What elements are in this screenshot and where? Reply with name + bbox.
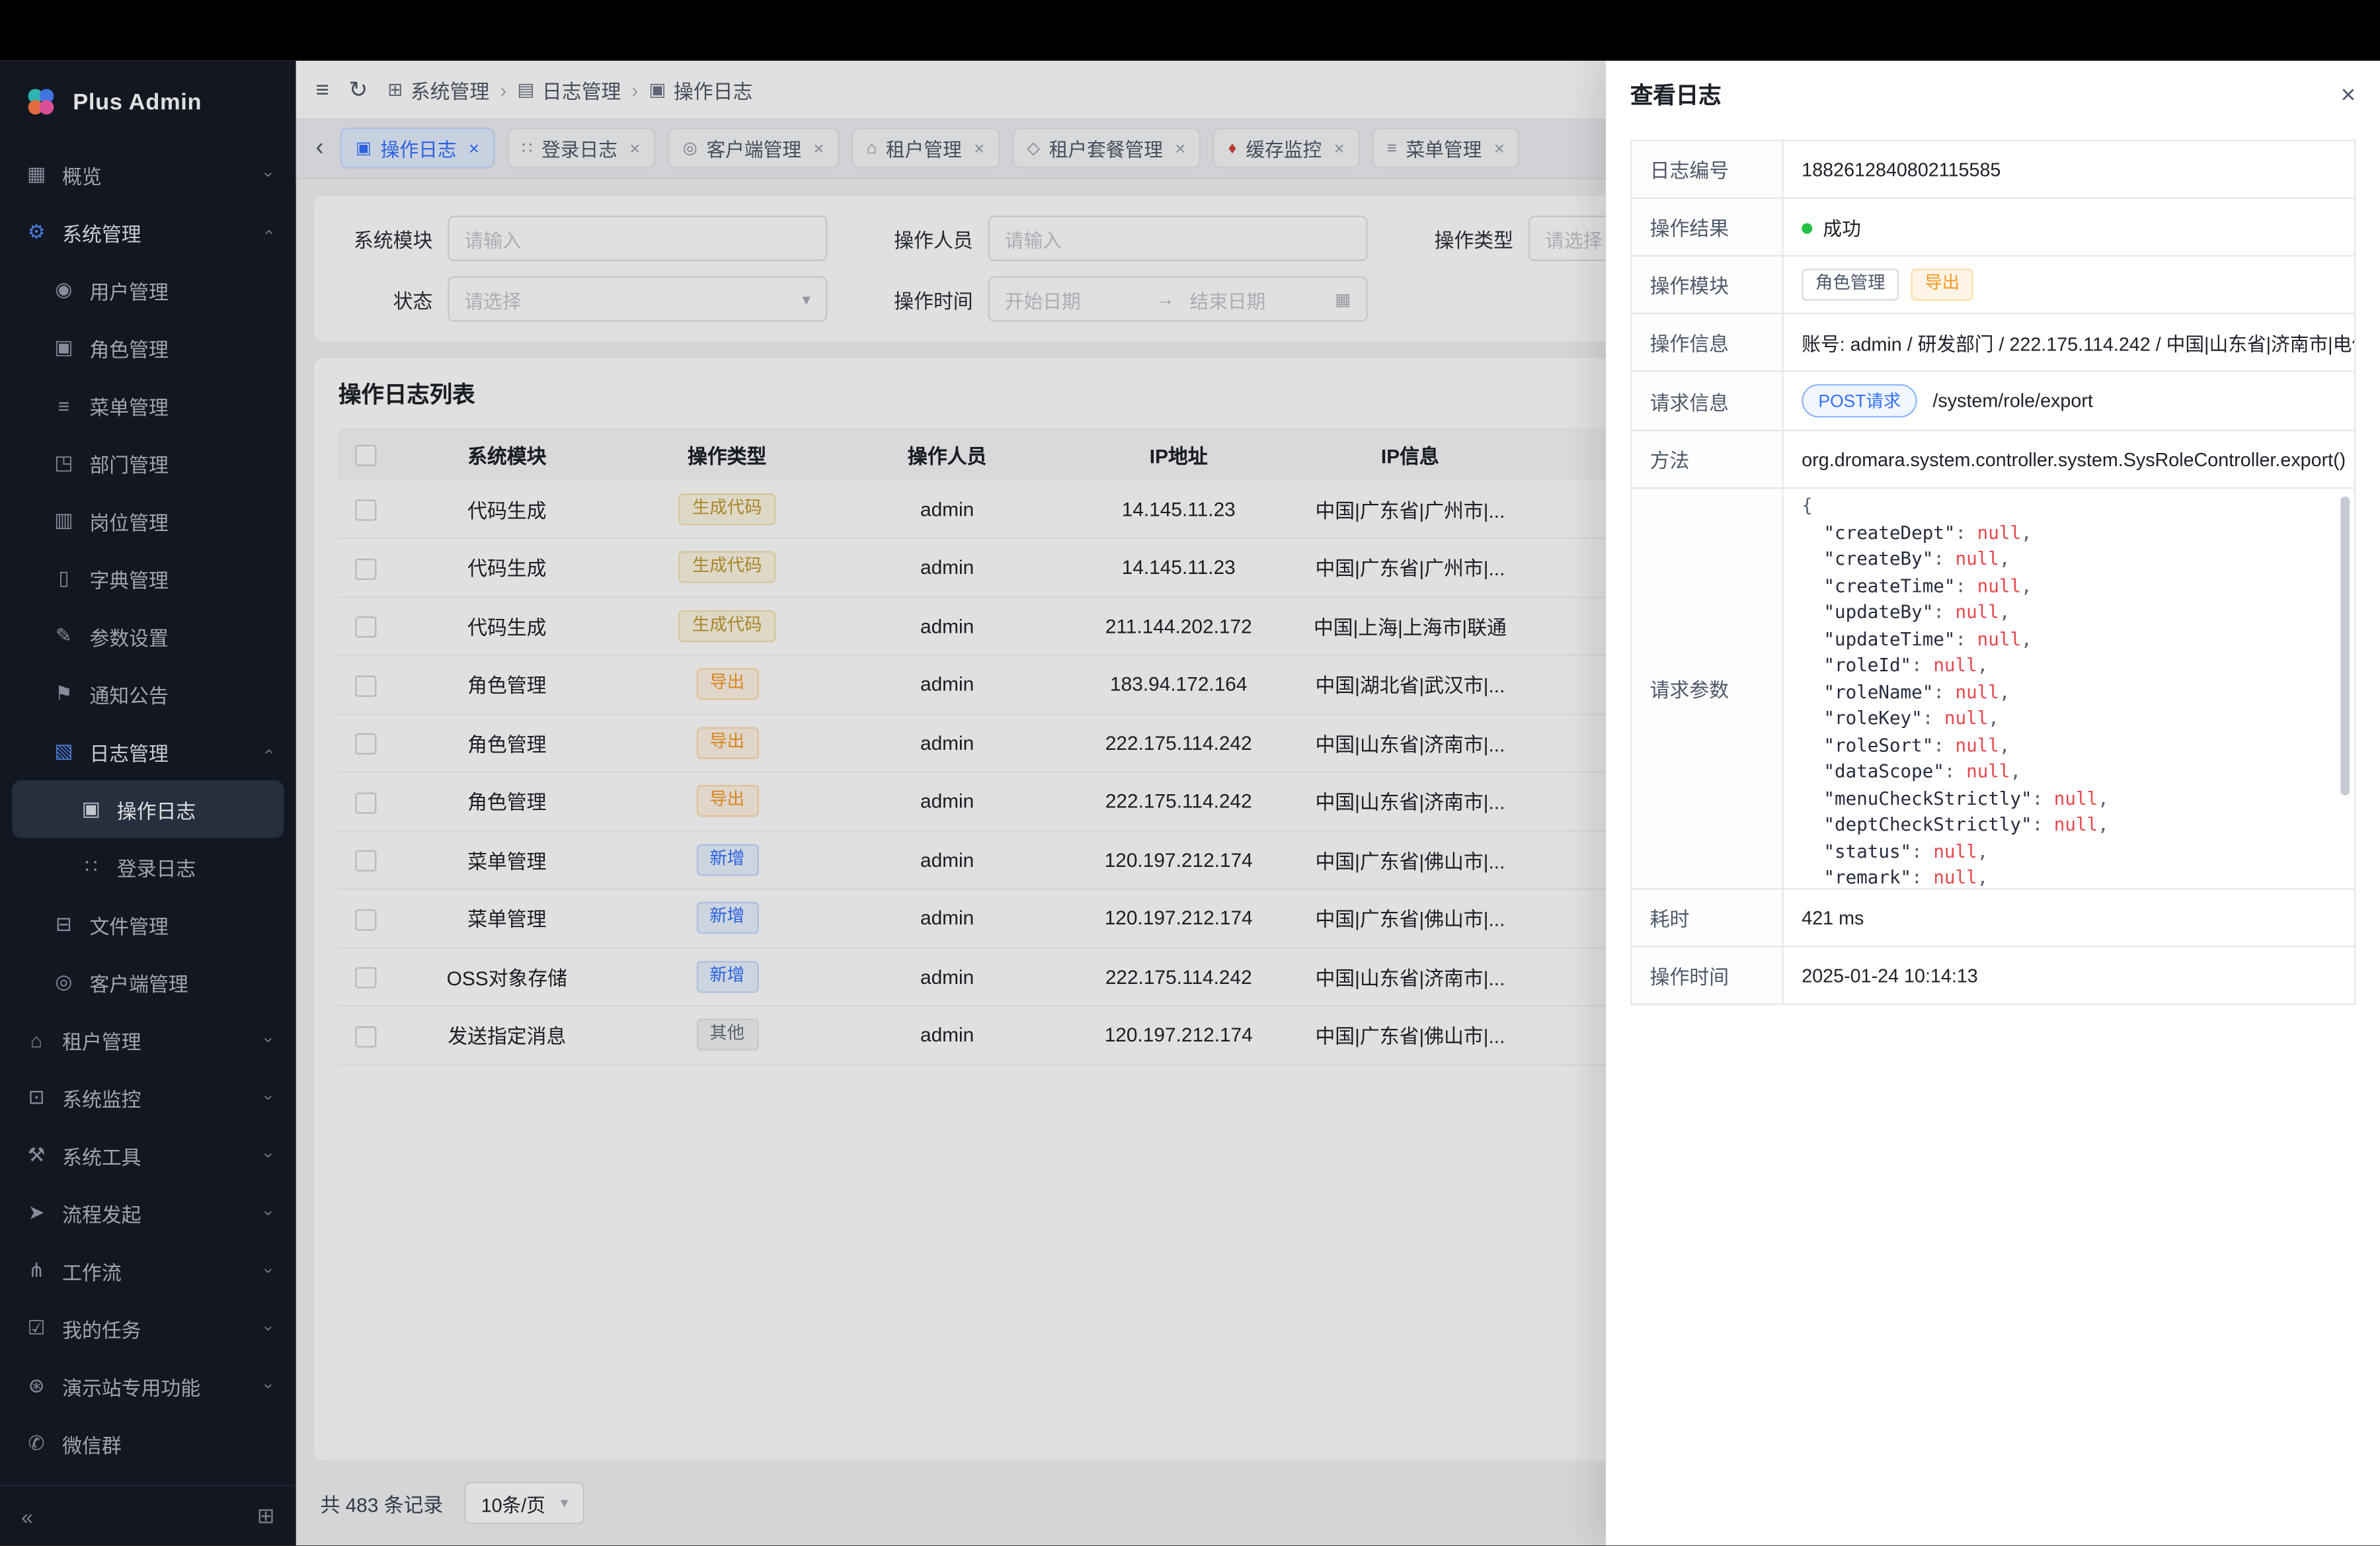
detail-value: 1882612840802115585: [1802, 159, 2001, 180]
request-url: /system/role/export: [1932, 390, 2092, 411]
detail-value-cell: 角色管理导出: [1783, 256, 2356, 313]
detail-value-cell: { "createDept": null, "createBy": null, …: [1783, 488, 2356, 889]
detail-row: 耗时 421 ms: [1631, 889, 2355, 946]
detail-row: 日志编号 1882612840802115585: [1631, 140, 2355, 198]
top-black-strip: [0, 0, 2380, 61]
detail-value: 成功: [1823, 219, 1860, 240]
detail-value-cell: org.dromara.system.controller.system.Sys…: [1783, 430, 2356, 488]
detail-row: 方法 org.dromara.system.controller.system.S…: [1631, 430, 2355, 488]
detail-label: 请求参数: [1631, 488, 1783, 889]
app-window: Plus Admin ▦概览›⚙系统管理›◉用户管理▣角色管理≡菜单管理◳部门管…: [0, 61, 2380, 1546]
request-params-code: { "createDept": null, "createBy": null, …: [1784, 489, 2354, 888]
detail-label: 耗时: [1631, 889, 1783, 946]
log-detail-drawer: 查看日志 × 日志编号 1882612840802115585 操作结果 成功操作模块…: [1606, 61, 2380, 1546]
screen: Plus Admin ▦概览›⚙系统管理›◉用户管理▣角色管理≡菜单管理◳部门管…: [0, 0, 2380, 1546]
detail-value-cell: 1882612840802115585: [1783, 140, 2356, 198]
scrollbar[interactable]: [2340, 497, 2350, 881]
success-dot-icon: [1802, 224, 1812, 234]
detail-label: 请求信息: [1631, 371, 1783, 430]
detail-label: 方法: [1631, 430, 1783, 488]
detail-row: 请求参数{ "createDept": null, "createBy": nu…: [1631, 488, 2355, 889]
detail-row: 请求信息POST请求/system/role/export: [1631, 371, 2355, 430]
drawer-header: 查看日志 ×: [1606, 61, 2380, 128]
detail-row: 操作时间 2025-01-24 10:14:13: [1631, 947, 2355, 1004]
detail-value-cell: 账号: admin / 研发部门 / 222.175.114.242 / 中国|…: [1783, 313, 2356, 371]
log-detail-table: 日志编号1882612840802115585操作结果成功操作模块角色管理导出操…: [1630, 140, 2356, 1005]
detail-value: 421 ms: [1802, 907, 1864, 928]
detail-value-cell: 成功: [1783, 198, 2356, 256]
module-tag: 角色管理: [1802, 268, 1899, 300]
detail-row: 操作模块角色管理导出: [1631, 256, 2355, 313]
detail-label: 操作结果: [1631, 198, 1783, 256]
detail-label: 日志编号: [1631, 140, 1783, 198]
detail-label: 操作模块: [1631, 256, 1783, 313]
detail-label: 操作信息: [1631, 313, 1783, 371]
detail-value-cell: 421 ms: [1783, 889, 2356, 946]
detail-value: 2025-01-24 10:14:13: [1802, 965, 1978, 986]
detail-value-cell: 2025-01-24 10:14:13: [1783, 947, 2356, 1004]
drawer-body: 日志编号1882612840802115585操作结果成功操作模块角色管理导出操…: [1606, 128, 2380, 1030]
detail-row: 操作结果 成功: [1631, 198, 2355, 256]
drawer-title: 查看日志: [1630, 78, 1722, 110]
module-tag: 导出: [1911, 268, 1973, 300]
http-method-tag: POST请求: [1802, 384, 1917, 418]
detail-value: org.dromara.system.controller.system.Sys…: [1802, 448, 2346, 469]
detail-label: 操作时间: [1631, 947, 1783, 1004]
scrollbar-thumb[interactable]: [2340, 497, 2350, 796]
detail-row: 操作信息账号: admin / 研发部门 / 222.175.114.242 /…: [1631, 313, 2355, 371]
detail-value-cell: POST请求/system/role/export: [1783, 371, 2356, 430]
close-icon[interactable]: ×: [2340, 81, 2356, 107]
detail-value: 账号: admin / 研发部门 / 222.175.114.242 / 中国|…: [1802, 334, 2355, 355]
